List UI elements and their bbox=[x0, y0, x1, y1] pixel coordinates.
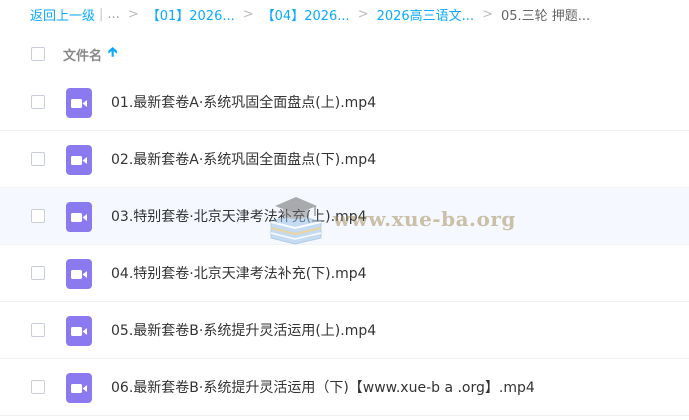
file-row[interactable]: 05.最新套卷B·系统提升灵活运用(上).mp4 bbox=[0, 302, 689, 359]
row-checkbox[interactable] bbox=[31, 152, 45, 166]
file-name[interactable]: 05.最新套卷B·系统提升灵活运用(上).mp4 bbox=[111, 320, 376, 340]
chevron-right-icon: > bbox=[242, 6, 254, 22]
row-checkbox[interactable] bbox=[31, 266, 45, 280]
video-file-icon bbox=[66, 88, 92, 118]
file-name[interactable]: 02.最新套卷A·系统巩固全面盘点(下).mp4 bbox=[111, 149, 376, 169]
row-checkbox[interactable] bbox=[31, 209, 45, 223]
chevron-right-icon: > bbox=[127, 6, 139, 22]
back-link[interactable]: 返回上一级 bbox=[30, 5, 95, 24]
breadcrumb-item-1[interactable]: 【01】2026... bbox=[147, 5, 235, 24]
column-header-label: 文件名 bbox=[63, 48, 103, 64]
column-header-name[interactable]: 文件名 🡱 bbox=[63, 43, 117, 65]
arrow-up-icon[interactable]: 🡱 bbox=[108, 43, 117, 65]
file-list: 01.最新套卷A·系统巩固全面盘点(上).mp4 02.最新套卷A·系统巩固全面… bbox=[0, 74, 689, 416]
row-checkbox[interactable] bbox=[31, 380, 45, 394]
breadcrumb-item-2[interactable]: 【04】2026... bbox=[262, 5, 350, 24]
chevron-right-icon: > bbox=[482, 6, 493, 22]
video-file-icon bbox=[66, 316, 92, 346]
file-name[interactable]: 06.最新套卷B·系统提升灵活运用（下)【www.xue-b a .org】.m… bbox=[111, 377, 535, 397]
row-checkbox[interactable] bbox=[31, 323, 45, 337]
file-row[interactable]: 06.最新套卷B·系统提升灵活运用（下)【www.xue-b a .org】.m… bbox=[0, 359, 689, 416]
breadcrumb-ellipsis[interactable]: ... bbox=[107, 7, 119, 22]
breadcrumb: 返回上一级 | ... > 【01】2026... > 【04】2026... … bbox=[30, 4, 590, 24]
breadcrumb-divider: | bbox=[99, 6, 104, 22]
select-all-checkbox[interactable] bbox=[31, 47, 45, 61]
row-checkbox[interactable] bbox=[31, 95, 45, 109]
breadcrumb-item-3[interactable]: 2026高三语文... bbox=[377, 5, 474, 24]
file-row[interactable]: 01.最新套卷A·系统巩固全面盘点(上).mp4 bbox=[0, 74, 689, 131]
video-file-icon bbox=[66, 145, 92, 175]
file-name[interactable]: 03.特别套卷·北京天津考法补充(上).mp4 bbox=[111, 206, 367, 226]
file-row[interactable]: 02.最新套卷A·系统巩固全面盘点(下).mp4 bbox=[0, 131, 689, 188]
file-name[interactable]: 04.特别套卷·北京天津考法补充(下).mp4 bbox=[111, 263, 367, 283]
breadcrumb-current: 05.三轮 押题... bbox=[500, 8, 591, 24]
video-file-icon bbox=[66, 202, 92, 232]
file-row[interactable]: 04.特别套卷·北京天津考法补充(下).mp4 bbox=[0, 245, 689, 302]
file-name[interactable]: 01.最新套卷A·系统巩固全面盘点(上).mp4 bbox=[111, 92, 376, 112]
file-list-header: 文件名 🡱 bbox=[0, 38, 689, 70]
video-file-icon bbox=[66, 259, 92, 289]
chevron-right-icon: > bbox=[357, 6, 369, 22]
file-row[interactable]: 03.特别套卷·北京天津考法补充(上).mp4 bbox=[0, 188, 689, 245]
video-file-icon bbox=[66, 373, 92, 403]
